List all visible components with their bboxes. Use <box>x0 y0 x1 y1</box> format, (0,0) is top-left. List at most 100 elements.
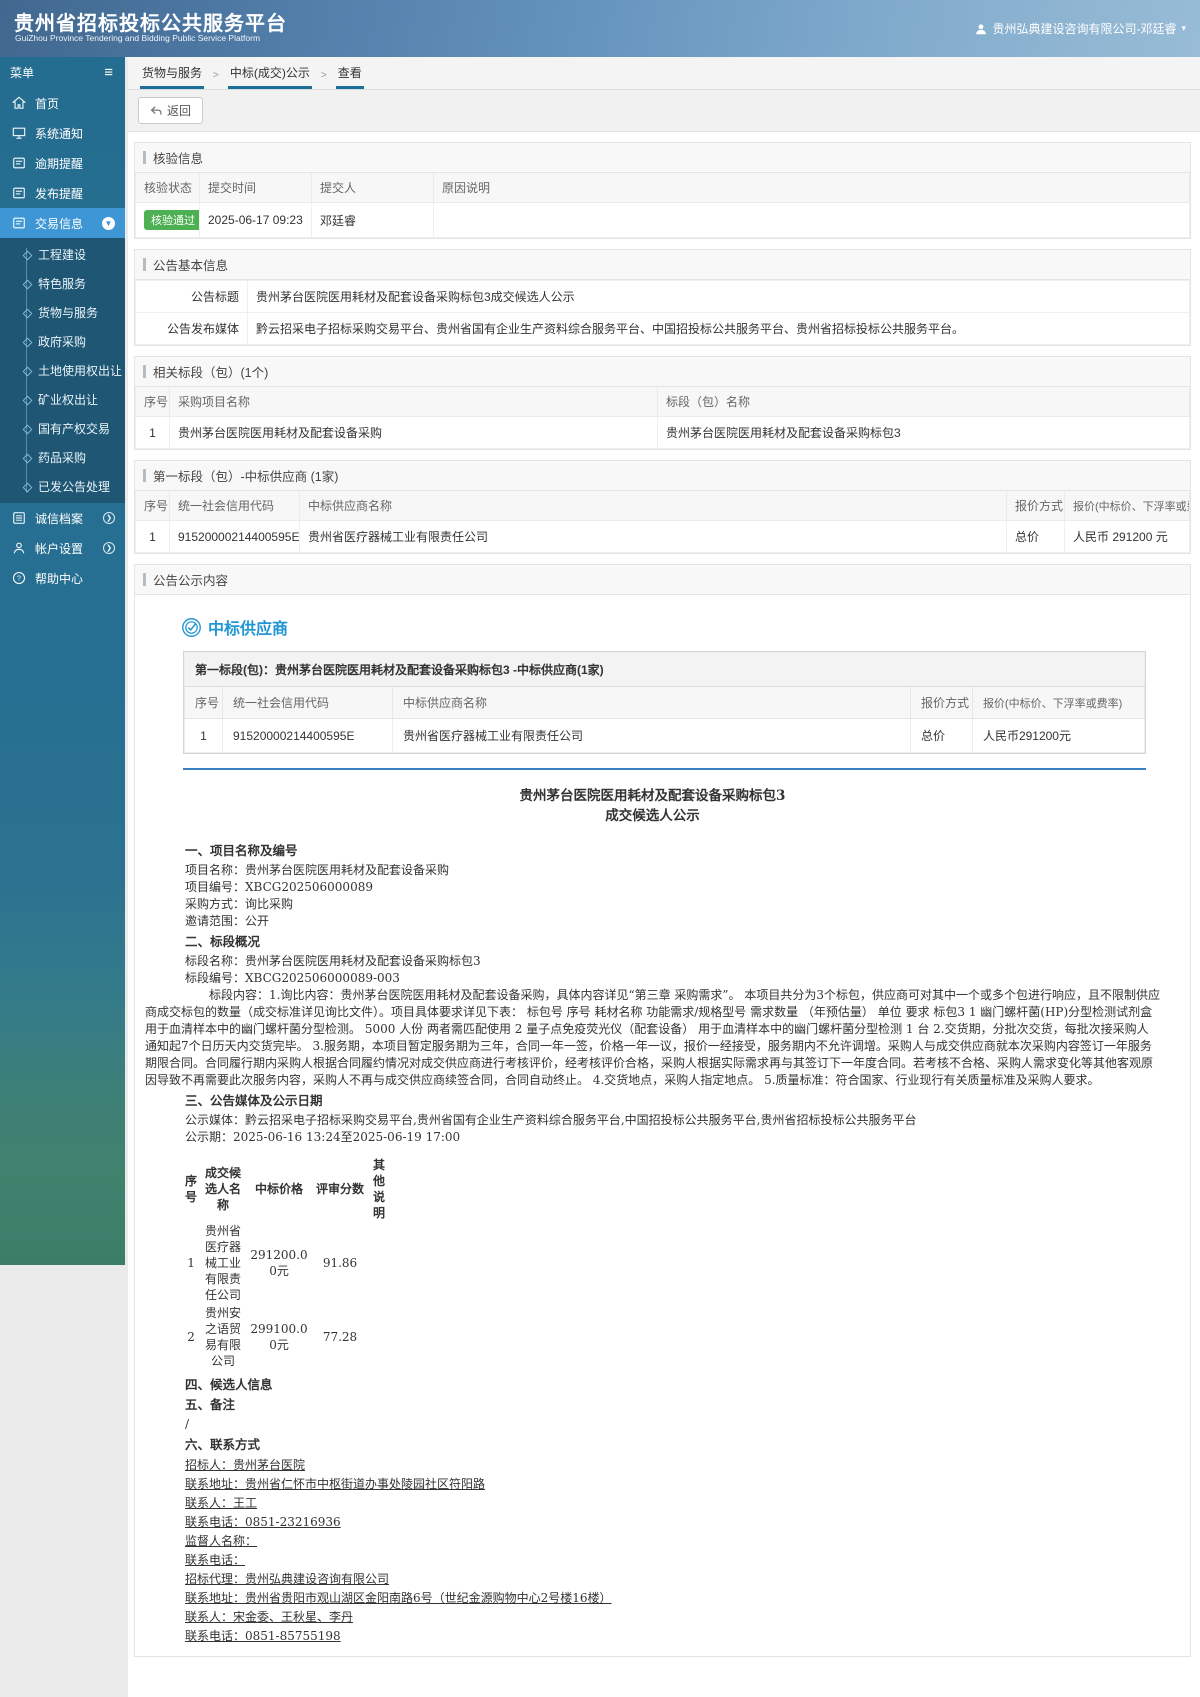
candidate-name: 贵州省医疗器械工业有限责任公司 <box>205 1224 242 1302</box>
col-header: 报价方式 <box>1006 491 1065 521</box>
candidate-name: 贵州安之语贸易有限公司 <box>205 1306 242 1368</box>
document-icon <box>11 186 26 201</box>
col-header: 评审分数 <box>316 1182 365 1196</box>
doc-heading-3: 三、公告媒体及公示日期 <box>185 1093 323 1108</box>
col-header: 报价(中标价、下浮率或费率) <box>971 686 1146 719</box>
doc-title-line1: 贵州茅台医院医用耗材及配套设备采购标包3 <box>519 788 786 804</box>
doc-line: 标段编号：XBCG202506000089-003 <box>185 971 400 985</box>
sidebar-subitem-gov-procurement[interactable]: 政府采购 <box>0 327 125 356</box>
field-label: 公告标题 <box>135 280 248 313</box>
contact-block: 招标人：贵州茅台医院 联系地址：贵州省仁怀市中枢街道办事处陵园社区符阳路 联系人… <box>145 1456 1160 1646</box>
doc-title-line2: 成交候选人公示 <box>605 808 700 824</box>
sidebar-subitem-land-use[interactable]: 土地使用权出让 <box>0 356 125 385</box>
project-name: 贵州茅台医院医用耗材及配套设备采购 <box>169 416 658 449</box>
col-header: 序号 <box>185 1174 198 1204</box>
section-winner-supplier: 第一标段（包）-中标供应商 (1家) 序号 统一社会信用代码 中标供应商名称 报… <box>134 460 1191 554</box>
sidebar-subitem-special-services[interactable]: 特色服务 <box>0 269 125 298</box>
table-row: 核验通过 2025-06-17 09:23 邓廷睿 <box>135 202 1190 238</box>
sidebar-item-notifications[interactable]: 系统通知 <box>0 118 125 148</box>
section-marker <box>143 365 146 378</box>
doc-line: 项目编号：XBCG202506000089 <box>185 880 373 894</box>
page-subtitle: GuiZhou Province Tendering and Bidding P… <box>15 33 261 43</box>
sidebar-subitem-mining-rights[interactable]: 矿业权出让 <box>0 385 125 414</box>
document-icon <box>11 156 26 171</box>
doc-line: 采购方式：询比采购 <box>185 897 294 911</box>
announcement-document: 贵州茅台医院医用耗材及配套设备采购标包3 成交候选人公示 一、项目名称及编号 项… <box>141 786 1170 1646</box>
sidebar-subitem-state-property[interactable]: 国有产权交易 <box>0 414 125 443</box>
award-badge-icon <box>181 617 202 638</box>
quote-method: 总价 <box>909 718 973 753</box>
breadcrumb-award-notice[interactable]: 中标(成交)公示 <box>227 64 312 89</box>
contact-line-address: 联系地址：贵州省仁怀市中枢街道办事处陵园社区符阳路 <box>185 1477 486 1491</box>
winner-detail-table: 第一标段(包)：贵州茅台医院医用耗材及配套设备采购标包3 -中标供应商(1家) … <box>183 651 1146 754</box>
sidebar-item-trade-info[interactable]: 交易信息 ▼ <box>0 208 125 238</box>
person-icon <box>11 541 26 556</box>
section-marker <box>143 469 146 482</box>
table-row: 公告标题 贵州茅台医院医用耗材及配套设备采购标包3成交候选人公示 <box>135 280 1190 313</box>
doc-heading-5: 五、备注 <box>185 1397 236 1412</box>
section-announcement-content: 公告公示内容 中标供应商 第一标段(包)：贵州茅台医院医用耗材及配套设备采购标包… <box>134 564 1191 1657</box>
app-header: 贵州省招标投标公共服务平台 GuiZhou Province Tendering… <box>0 0 1200 57</box>
page-title: 贵州省招标投标公共服务平台 <box>14 13 287 35</box>
doc-line: 邀请范围：公开 <box>185 914 270 928</box>
sidebar-subitem-engineering[interactable]: 工程建设 <box>0 240 125 269</box>
breadcrumb-separator: > <box>213 70 219 81</box>
basic-info-table: 公告标题 贵州茅台医院医用耗材及配套设备采购标包3成交候选人公示 公告发布媒体 … <box>135 280 1190 345</box>
sidebar-item-home[interactable]: 首页 <box>0 88 125 118</box>
verify-table: 核验状态 提交时间 提交人 原因说明 核验通过 2025-06-17 09:23… <box>135 173 1190 238</box>
contact-line-phone: 联系电话：0851-23216936 <box>185 1515 341 1529</box>
publish-media: 黔云招采电子招标采购交易平台、贵州省国有企业生产资料综合服务平台、中国招投标公共… <box>247 312 1190 345</box>
table-row: 1 贵州省医疗器械工业有限责任公司 291200.00元 91.86 <box>183 1222 389 1304</box>
sidebar-item-publish-reminder[interactable]: 发布提醒 <box>0 178 125 208</box>
sidebar-item-help-center[interactable]: ? 帮助中心 <box>0 563 125 593</box>
contact-line-supervisor-phone: 联系电话： <box>185 1553 246 1567</box>
doc-line: 标段名称：贵州茅台医院医用耗材及配套设备采购标包3 <box>185 954 481 968</box>
sidebar-item-overdue-reminder[interactable]: 逾期提醒 <box>0 148 125 178</box>
doc-line: 公示期：2025-06-16 13:24至2025-06-19 17:00 <box>185 1130 461 1144</box>
col-header: 序号 <box>135 387 170 417</box>
question-icon: ? <box>11 571 26 586</box>
doc-heading-2: 二、标段概况 <box>185 934 261 949</box>
trade-info-submenu: 工程建设 特色服务 货物与服务 政府采购 土地使用权出让 矿业权出让 国有产权交… <box>0 238 125 503</box>
review-score: 77.28 <box>322 1330 358 1344</box>
breadcrumb-goods-services[interactable]: 货物与服务 <box>140 64 205 89</box>
user-menu[interactable]: 贵州弘典建设咨询有限公司-邓廷睿 ▾ <box>975 20 1186 37</box>
breadcrumb-view[interactable]: 查看 <box>335 64 364 89</box>
table-caption: 第一标段(包)：贵州茅台医院医用耗材及配套设备采购标包3 -中标供应商(1家) <box>184 652 1145 687</box>
col-header: 中标供应商名称 <box>392 686 911 719</box>
col-header: 序号 <box>135 491 170 521</box>
section-marker <box>143 258 146 271</box>
table-row: 1 91520000214400595E 贵州省医疗器械工业有限责任公司 总价 … <box>184 718 1146 753</box>
divider <box>183 768 1146 770</box>
review-score: 91.86 <box>322 1256 358 1270</box>
supplier-name: 贵州省医疗器械工业有限责任公司 <box>392 718 911 753</box>
row-index: 1 <box>135 416 170 449</box>
winner-table: 序号 统一社会信用代码 中标供应商名称 报价方式 报价(中标价、下浮率或费率) … <box>135 491 1190 553</box>
breadcrumb: 货物与服务 > 中标(成交)公示 > 查看 <box>128 57 1200 90</box>
contact-line-person: 联系人：王工 <box>185 1496 258 1510</box>
reason <box>433 202 1190 238</box>
related-lots-table: 序号 采购项目名称 标段（包）名称 1 贵州茅台医院医用耗材及配套设备采购 贵州… <box>135 387 1190 449</box>
sidebar-item-account-settings[interactable]: 帐户设置 ❯ <box>0 533 125 563</box>
contact-line-agency-address: 联系地址：贵州省贵阳市观山湖区金阳南路6号（世纪金源购物中心2号楼16楼） <box>185 1591 612 1605</box>
sidebar-subitem-drug-procurement[interactable]: 药品采购 <box>0 443 125 472</box>
col-header: 采购项目名称 <box>169 387 658 417</box>
sidebar-item-credit-archive[interactable]: 诚信档案 ❯ <box>0 503 125 533</box>
col-header: 报价(中标价、下浮率或费率) <box>1064 491 1190 521</box>
section-title: 相关标段（包）(1个) <box>153 366 269 380</box>
section-related-lots: 相关标段（包）(1个) 序号 采购项目名称 标段（包）名称 1 贵州茅台医院医用… <box>134 356 1191 450</box>
list-icon <box>11 511 26 526</box>
row-index: 1 <box>184 718 223 753</box>
main-content: 货物与服务 > 中标(成交)公示 > 查看 返回 核验信息 核验状态 提交时间 … <box>125 57 1200 1697</box>
hamburger-icon[interactable]: ≡ <box>104 64 113 81</box>
content-panel: 核验信息 核验状态 提交时间 提交人 原因说明 核验通过 2025-06-17 … <box>128 131 1200 1697</box>
back-button[interactable]: 返回 <box>138 97 204 124</box>
sidebar-subitem-published-notices[interactable]: 已发公告处理 <box>0 472 125 501</box>
doc-line: / <box>185 1417 190 1431</box>
sidebar-subitem-goods-services[interactable]: 货物与服务 <box>0 298 125 327</box>
col-header: 报价方式 <box>909 686 973 719</box>
chevron-down-icon: ▼ <box>102 216 115 230</box>
contact-line-tenderer: 招标人：贵州茅台医院 <box>185 1458 306 1472</box>
table-row: 1 贵州茅台医院医用耗材及配套设备采购 贵州茅台医院医用耗材及配套设备采购标包3 <box>135 416 1190 449</box>
monitor-icon <box>11 126 26 141</box>
